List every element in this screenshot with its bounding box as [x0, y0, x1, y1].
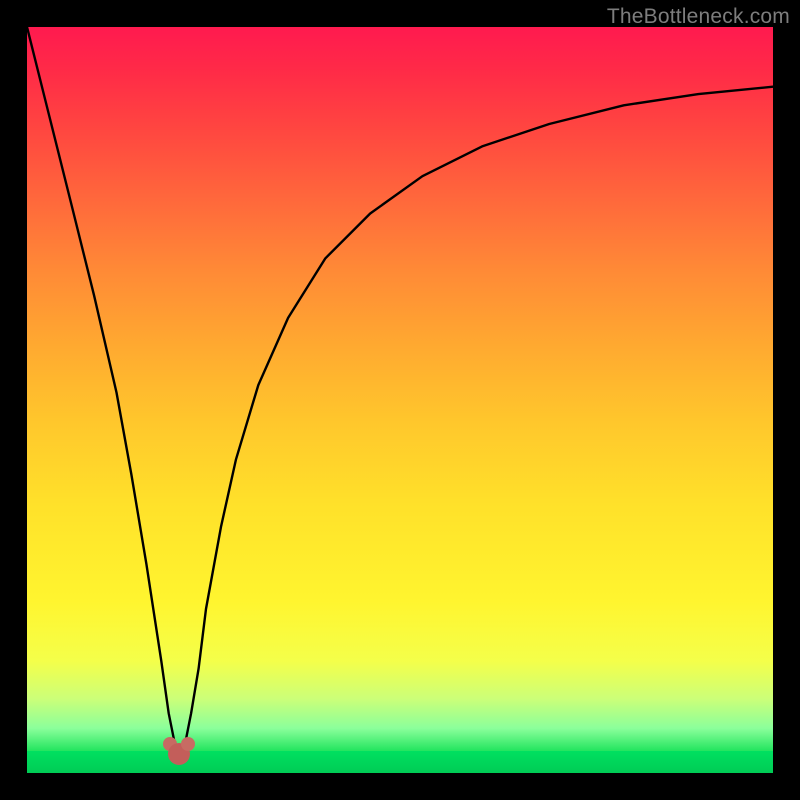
- plot-area: [27, 27, 773, 773]
- curve-marker-point: [181, 737, 195, 751]
- chart-frame: TheBottleneck.com: [0, 0, 800, 800]
- bottleneck-curve: [27, 27, 773, 773]
- watermark-text: TheBottleneck.com: [607, 5, 790, 29]
